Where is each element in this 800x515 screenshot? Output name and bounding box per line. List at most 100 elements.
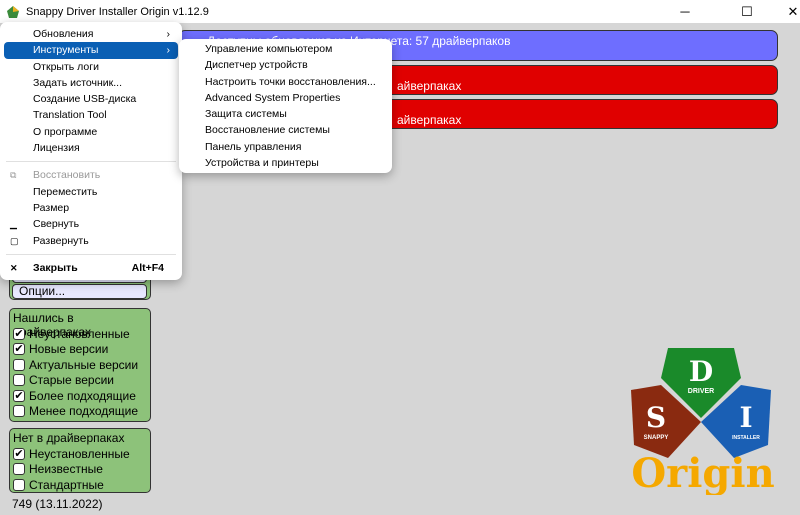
group-title: Нашлись в драйверпаках [13,311,91,339]
menu-item-label: Защита системы [205,108,287,121]
checkbox[interactable]: ✔ [13,447,25,460]
group-title: Нет в драйверпаках [13,431,125,445]
menu-item[interactable]: ⧉ Восстановить [4,167,178,183]
checkbox-found[interactable]: ✔ Новые версии [13,342,147,358]
checkbox[interactable]: ✔ [13,327,25,340]
menu-item-label: Настроить точки восстановления... [205,75,376,88]
menu-item-label: Инструменты [33,44,99,57]
menu-item[interactable]: Translation Tool [4,107,178,123]
menu-separator [6,253,176,255]
app-icon[interactable] [6,5,20,19]
menu-item[interactable]: Переместить [4,184,178,200]
menu-item-label: Обновления [33,28,94,40]
menu-item-label: Translation Tool [33,109,107,122]
menu-item[interactable]: Инструменты › [4,42,178,59]
menu-item[interactable]: Лицензия [4,140,178,156]
submenu-item[interactable]: Восстановление системы [183,122,388,138]
svg-text:DRIVER: DRIVER [688,388,714,395]
svg-text:S: S [646,401,666,434]
menu-item-label: Лицензия [33,142,80,155]
title-bar: Snappy Driver Installer Origin v1.12.9 ─… [0,0,800,23]
submenu-item[interactable]: Настроить точки восстановления... [183,74,388,90]
menu-item[interactable]: ▢ Развернуть [4,233,178,249]
menu-item[interactable]: Создание USB-диска [4,91,178,107]
sdi-logo: D DRIVER S SNAPPY I INSTALLER Origin [631,348,775,495]
submenu-item[interactable]: Диспетчер устройств [183,57,388,73]
checkbox[interactable] [13,405,25,418]
svg-text:D: D [689,355,713,388]
submenu-item[interactable]: Управление компьютером [183,41,388,57]
menu-item-label: Развернуть [33,234,89,247]
menu-item[interactable]: Обновления › [4,26,178,42]
restore-icon: ⧉ [10,170,17,181]
submenu-item[interactable]: Advanced System Properties [183,90,388,106]
svg-text:Origin: Origin [631,450,774,495]
checkbox-found[interactable]: Актуальные версии [13,357,147,373]
menu-item-label: Диспетчер устройств [205,59,308,72]
checkbox-found[interactable]: Менее подходящие [13,404,147,420]
checkbox[interactable]: ✔ [13,343,25,356]
menu-item-label: Размер [33,201,70,214]
checkbox-notfound[interactable]: ✔ Неустановленные [13,446,147,462]
submenu-item[interactable]: Защита системы [183,106,388,122]
maximize-button[interactable]: ☐ [724,0,770,23]
minimize-button[interactable]: ─ [662,0,708,23]
menu-item-label: Восстановить [33,169,101,182]
chevron-right-icon: › [166,44,171,57]
options-button[interactable]: Опции... [12,284,147,299]
notfound-group: Нет в драйверпаках ✔ Неустановленные Неизв… [9,428,151,493]
menu-item[interactable]: Открыть логи [4,59,178,75]
menu-item-label: Закрыть [33,261,78,274]
menu-item[interactable]: ▁ Свернуть [4,216,178,232]
checkbox-label: Менее подходящие [29,404,139,419]
menu-separator [6,161,176,163]
menu-item-label: Управление компьютером [205,43,333,55]
version-info: 749 (13.11.2022) [12,497,103,511]
checkbox-found[interactable]: Старые версии [13,373,147,389]
checkbox-label: Новые версии [29,342,109,357]
checkbox-notfound[interactable]: Неизвестные [13,462,147,478]
submenu-item[interactable]: Панель управления [183,139,388,155]
checkbox-label: Актуальные версии [29,357,139,372]
close-icon: ✕ [10,262,18,273]
window-title: Snappy Driver Installer Origin v1.12.9 [26,5,209,18]
menu-item[interactable]: Задать источник... [4,75,178,91]
checkbox-found[interactable]: ✔ Более подходящие [13,388,147,404]
checkbox-found[interactable]: ✔ Неустановленные [13,326,147,342]
found-group: Нашлись в драйверпаках ✔ Неустановленные ✔… [9,308,151,422]
menu-item-label: Задать источник... [33,76,123,89]
chevron-right-icon: › [166,28,171,40]
svg-text:I: I [739,401,752,434]
checkbox-label: Стандартные [29,477,104,492]
menu-item-label: Свернуть [33,218,80,231]
checkbox[interactable] [13,358,25,371]
checkbox[interactable] [13,374,25,387]
checkbox[interactable] [13,463,25,476]
tools-submenu: Управление компьютером Диспетчер устройст… [179,39,392,174]
menu-item[interactable]: Размер [4,200,178,216]
svg-text:INSTALLER: INSTALLER [732,435,760,441]
checkbox[interactable] [13,478,25,491]
menu-item-label: Устройства и принтеры [205,157,319,170]
checkbox[interactable]: ✔ [13,389,25,402]
svg-text:SNAPPY: SNAPPY [644,435,669,441]
shortcut: Alt+F4 [131,261,164,274]
minimize-icon: ▁ [10,219,17,230]
checkbox-label: Неизвестные [29,462,103,477]
menu-item-label: Панель управления [205,140,302,153]
menu-item-close[interactable]: ✕ Закрыть Alt+F4 [4,260,178,276]
system-menu: Обновления › Инструменты › Открыть логи Задат… [0,22,182,281]
menu-item-label: Открыть логи [33,60,99,73]
menu-item-label: Восстановление системы [205,124,330,137]
menu-item-label: Advanced System Properties [205,91,341,104]
checkbox-label: Неустановленные [29,326,130,341]
maximize-icon: ▢ [10,235,19,246]
menu-item-label: Создание USB-диска [33,93,137,106]
checkbox-notfound[interactable]: Стандартные [13,477,147,493]
menu-item-label: Переместить [33,185,98,198]
menu-item[interactable]: О программе [4,124,178,140]
checkbox-label: Неустановленные [29,446,130,461]
submenu-item[interactable]: Устройства и принтеры [183,155,388,171]
close-button[interactable]: ✕ [770,0,800,23]
checkbox-label: Старые версии [29,373,115,388]
